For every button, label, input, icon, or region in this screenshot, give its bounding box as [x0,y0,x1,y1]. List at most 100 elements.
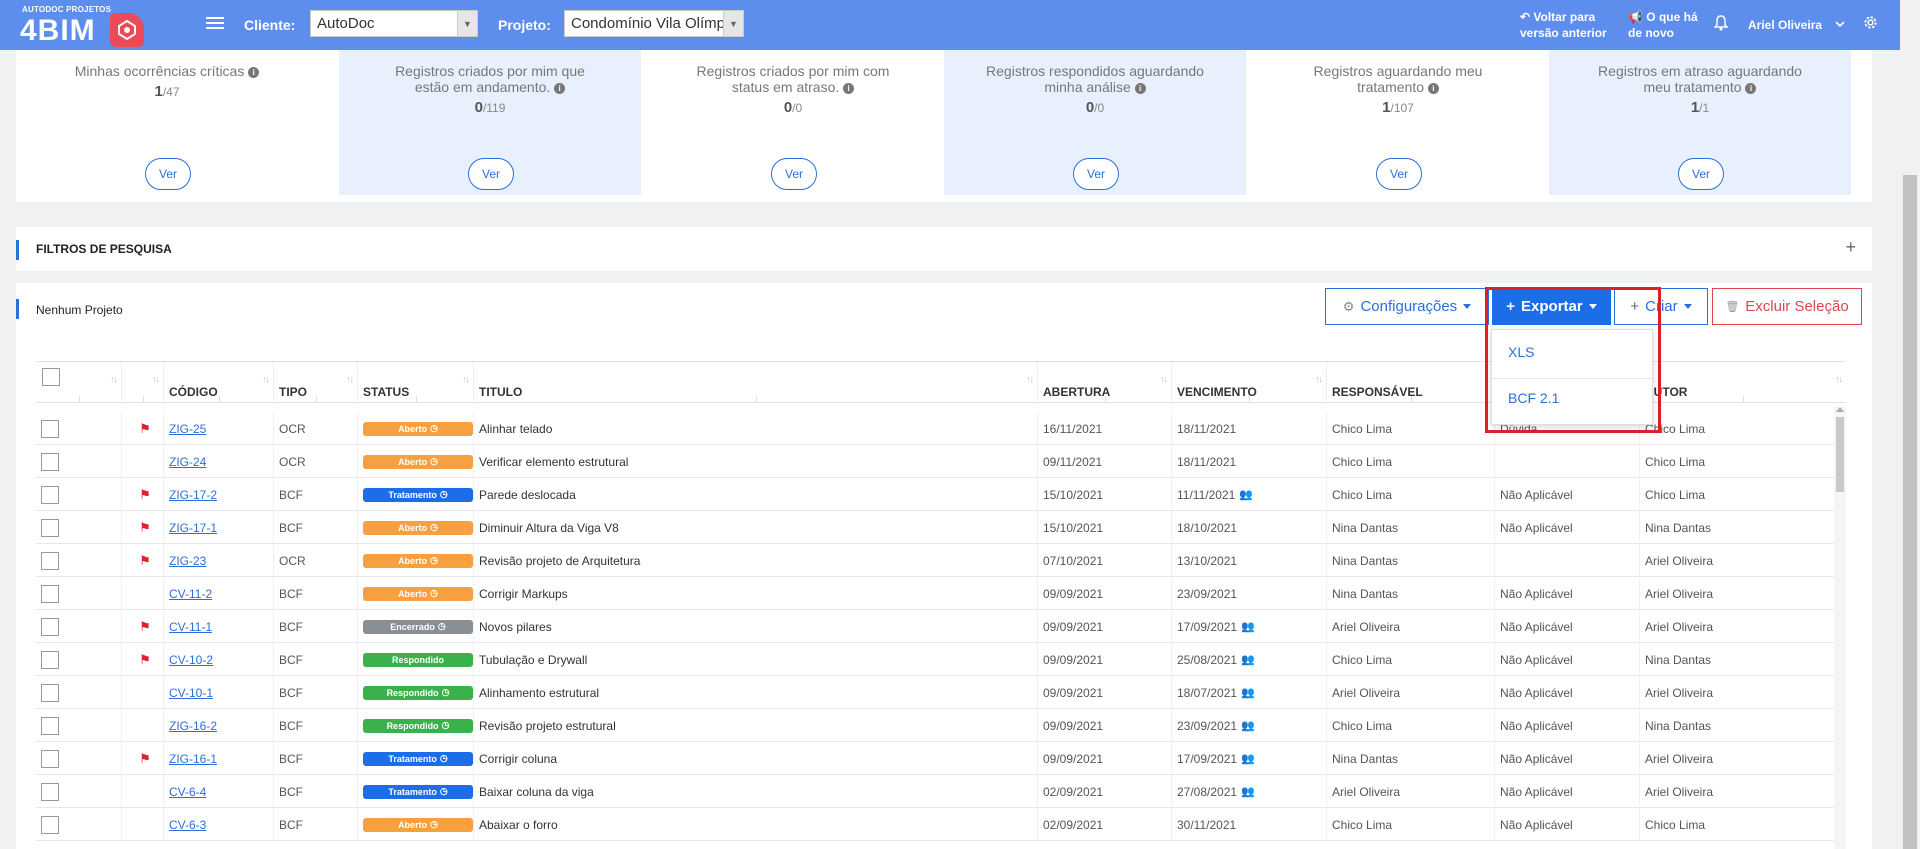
row-checkbox[interactable] [41,782,59,801]
due-date-cell: 18/10/2021 [1172,511,1327,544]
row-checkbox[interactable] [41,419,59,438]
header-status[interactable]: STATUS ↑↓ [358,362,474,404]
project-select[interactable]: Condomínio Vila Olímpia ▼ [564,10,744,37]
table-row[interactable]: ⚑ ZIG-17-2 BCF Tratamento ◷ Parede deslocada 1… [36,478,1846,511]
scroll-thumb[interactable] [1836,417,1844,492]
table-row[interactable]: ⚑ ZIG-17-1 BCF Aberto ◷ Diminuir Altura da Vi… [36,511,1846,544]
row-checkbox[interactable] [41,485,59,504]
info-icon[interactable]: i [1427,83,1439,94]
status-cell: Aberto ◷ [358,808,474,841]
table-row[interactable]: CV-11-2 BCF Aberto ◷ Corrigir Markups 09/09/2… [36,577,1846,610]
settings-button[interactable]: ⚙ Configurações [1325,288,1489,325]
sort-icon[interactable]: ↑↓ [110,374,118,384]
caret-down-icon [1588,304,1597,309]
record-code-link[interactable]: CV-10-1 [169,686,213,700]
sort-icon[interactable]: ↑↓ [262,374,270,384]
sort-icon[interactable]: ↑↓ [346,374,354,384]
view-button[interactable]: Ver [771,158,817,190]
stats-panel: Minhas ocorrências críticas i 1/47 Ver R… [16,50,1872,202]
record-code-link[interactable]: ZIG-17-2 [169,488,217,502]
row-checkbox[interactable] [41,518,59,537]
view-button[interactable]: Ver [468,158,514,190]
opening-date-cell: 15/10/2021 [1038,478,1172,511]
whats-new-link[interactable]: 📢 O que há de novo [1628,9,1698,41]
record-code-link[interactable]: ZIG-24 [169,455,206,469]
gear-icon[interactable] [1863,15,1878,35]
header-code[interactable]: CÓDIGO ↑↓ [164,362,274,404]
status-badge: Tratamento ◷ [363,487,473,502]
chevron-down-icon[interactable] [1834,16,1846,34]
info-icon[interactable]: i [1745,83,1757,94]
table-row[interactable]: ⚑ ZIG-23 OCR Aberto ◷ Revisão projeto de Arqu… [36,544,1846,577]
info-icon[interactable]: i [554,83,566,94]
record-code-link[interactable]: CV-11-2 [169,587,212,601]
view-button[interactable]: Ver [1376,158,1422,190]
info-icon[interactable]: i [1134,83,1146,94]
record-code-link[interactable]: ZIG-17-1 [169,521,217,535]
create-button[interactable]: + Criar [1614,288,1708,325]
table-row[interactable]: CV-10-1 BCF Respondido ◷ Alinhamento estrutu… [36,676,1846,709]
export-bcf-option[interactable]: BCF 2.1 [1508,390,1559,406]
sort-icon[interactable]: ↑↓ [462,374,470,384]
table-scrollbar[interactable] [1834,407,1846,849]
menu-icon[interactable] [206,14,224,34]
row-checkbox[interactable] [41,749,59,768]
header-type[interactable]: TIPO ↑↓ [274,362,358,404]
page-scrollbar[interactable] [1900,0,1920,849]
record-code-link[interactable]: ZIG-16-1 [169,752,217,766]
record-code-link[interactable]: CV-11-1 [169,620,212,634]
row-checkbox[interactable] [41,683,59,702]
export-xls-option[interactable]: XLS [1508,344,1534,360]
app-logo[interactable]: AUTODOC PROJETOS 4BIM [20,5,147,47]
bell-icon[interactable] [1713,15,1729,36]
record-code-link[interactable]: CV-10-2 [169,653,213,667]
sort-icon[interactable]: ↑↓ [1835,374,1843,384]
table-row[interactable]: ⚑ CV-11-1 BCF Encerrado ◷ Novos pilares 09/09/… [36,610,1846,643]
select-all-checkbox[interactable] [42,368,60,386]
record-code-link[interactable]: CV-6-4 [169,785,206,799]
scroll-up-icon[interactable] [1836,407,1844,412]
header-title[interactable]: TITULO ↑↓ [474,362,1038,404]
sort-icon[interactable]: ↑↓ [152,374,160,384]
header-author[interactable]: AUTOR ↑↓ [1640,362,1846,404]
info-icon[interactable]: i [248,67,260,78]
row-checkbox[interactable] [41,716,59,735]
info-icon[interactable]: i [843,83,855,94]
row-checkbox[interactable] [41,650,59,669]
row-checkbox[interactable] [41,617,59,636]
view-button[interactable]: Ver [1678,158,1724,190]
table-row[interactable]: CV-6-3 BCF Aberto ◷ Abaixar o forro 02/09/202… [36,808,1846,841]
expand-plus-icon[interactable]: + [1845,237,1856,258]
record-code-link[interactable]: ZIG-23 [169,554,206,568]
type-cell: OCR [274,412,358,445]
record-code-link[interactable]: ZIG-16-2 [169,719,217,733]
row-checkbox[interactable] [41,551,59,570]
header-due-date[interactable]: VENCIMENTO ↑↓ [1172,362,1327,404]
back-to-old-version-link[interactable]: ↶ Voltar para versão anterior [1520,9,1607,41]
row-checkbox[interactable] [41,452,59,471]
title-cell: Novos pilares [474,610,1038,643]
header-responsible[interactable]: RESPONSÁVEL [1327,362,1495,404]
delete-selection-button[interactable]: 🗑 Excluir Seleção [1712,288,1862,325]
table-row[interactable]: ⚑ ZIG-16-1 BCF Tratamento ◷ Corrigir coluna 09… [36,742,1846,775]
table-row[interactable]: ⚑ CV-10-2 BCF Respondido Tubulação e Drywall… [36,643,1846,676]
due-date-text: 25/08/2021 [1177,652,1238,667]
record-code-link[interactable]: CV-6-3 [169,818,206,832]
header-opening[interactable]: ABERTURA ↑↓ [1038,362,1172,404]
view-button[interactable]: Ver [145,158,191,190]
page-scroll-thumb[interactable] [1903,175,1917,849]
export-button[interactable]: + Exportar [1492,288,1611,325]
client-select[interactable]: AutoDoc ▼ [310,10,478,37]
table-row[interactable]: ZIG-24 OCR Aberto ◷ Verificar elemento estru… [36,445,1846,478]
row-checkbox[interactable] [41,815,59,834]
type-cell: BCF [274,709,358,742]
sort-icon[interactable]: ↑↓ [1315,374,1323,384]
sort-icon[interactable]: ↑↓ [1160,374,1168,384]
row-checkbox[interactable] [41,584,59,603]
view-button[interactable]: Ver [1073,158,1119,190]
record-code-link[interactable]: ZIG-25 [169,422,206,436]
sort-icon[interactable]: ↑↓ [1026,374,1034,384]
table-row[interactable]: ZIG-16-2 BCF Respondido ◷ Revisão projeto es… [36,709,1846,742]
user-name[interactable]: Ariel Oliveira [1748,17,1822,33]
table-row[interactable]: CV-6-4 BCF Tratamento ◷ Baixar coluna da vig… [36,775,1846,808]
